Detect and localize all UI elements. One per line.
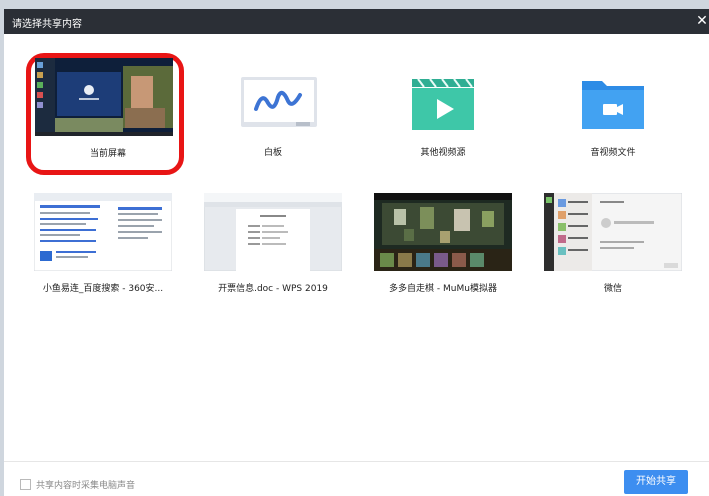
title-bar: 请选择共享内容 ✕	[4, 9, 709, 34]
close-icon[interactable]: ✕	[695, 12, 709, 30]
tile-other-video-source[interactable]: 其他视频源	[366, 53, 520, 171]
tile-label: 微信	[603, 284, 622, 294]
capture-audio-checkbox[interactable]	[20, 479, 31, 490]
tile-label: 开票信息.doc - WPS 2019	[218, 284, 328, 294]
desktop-screenshot-thumbnail	[35, 58, 173, 136]
share-content-dialog: 请选择共享内容 ✕ 当前屏幕 白板 其他视频源 音视频文件 小鱼易连_百度搜索 …	[4, 9, 709, 496]
capture-audio-label: 共享内容时采集电脑声音	[36, 481, 136, 491]
start-share-button[interactable]: 开始共享	[624, 470, 688, 494]
dialog-footer: 共享内容时采集电脑声音 开始共享	[4, 461, 709, 496]
game-window-thumbnail	[374, 193, 512, 271]
video-folder-icon	[582, 81, 644, 129]
wps-document-thumbnail	[204, 193, 342, 271]
tile-media-file[interactable]: 音视频文件	[536, 53, 690, 171]
tile-window-browser[interactable]: 小鱼易连_百度搜索 - 360安...	[26, 189, 180, 307]
tile-window-wechat[interactable]: 微信	[536, 189, 690, 307]
tile-whiteboard[interactable]: 白板	[196, 53, 350, 171]
tile-current-screen[interactable]: 当前屏幕	[26, 53, 184, 175]
tile-label: 白板	[263, 148, 282, 158]
video-clapper-icon	[412, 78, 474, 130]
dialog-title: 请选择共享内容	[12, 19, 82, 30]
tile-label: 当前屏幕	[89, 149, 126, 159]
tile-label: 小鱼易连_百度搜索 - 360安...	[42, 284, 164, 294]
tile-label: 音视频文件	[590, 148, 636, 158]
tile-label: 其他视频源	[420, 148, 466, 158]
browser-window-thumbnail	[34, 193, 172, 271]
tile-window-wps[interactable]: 开票信息.doc - WPS 2019	[196, 189, 350, 307]
wechat-window-thumbnail	[544, 193, 682, 271]
whiteboard-icon	[241, 77, 317, 127]
tile-window-game[interactable]: 多多自走棋 - MuMu模拟器	[366, 189, 520, 307]
tile-label: 多多自走棋 - MuMu模拟器	[389, 284, 497, 294]
